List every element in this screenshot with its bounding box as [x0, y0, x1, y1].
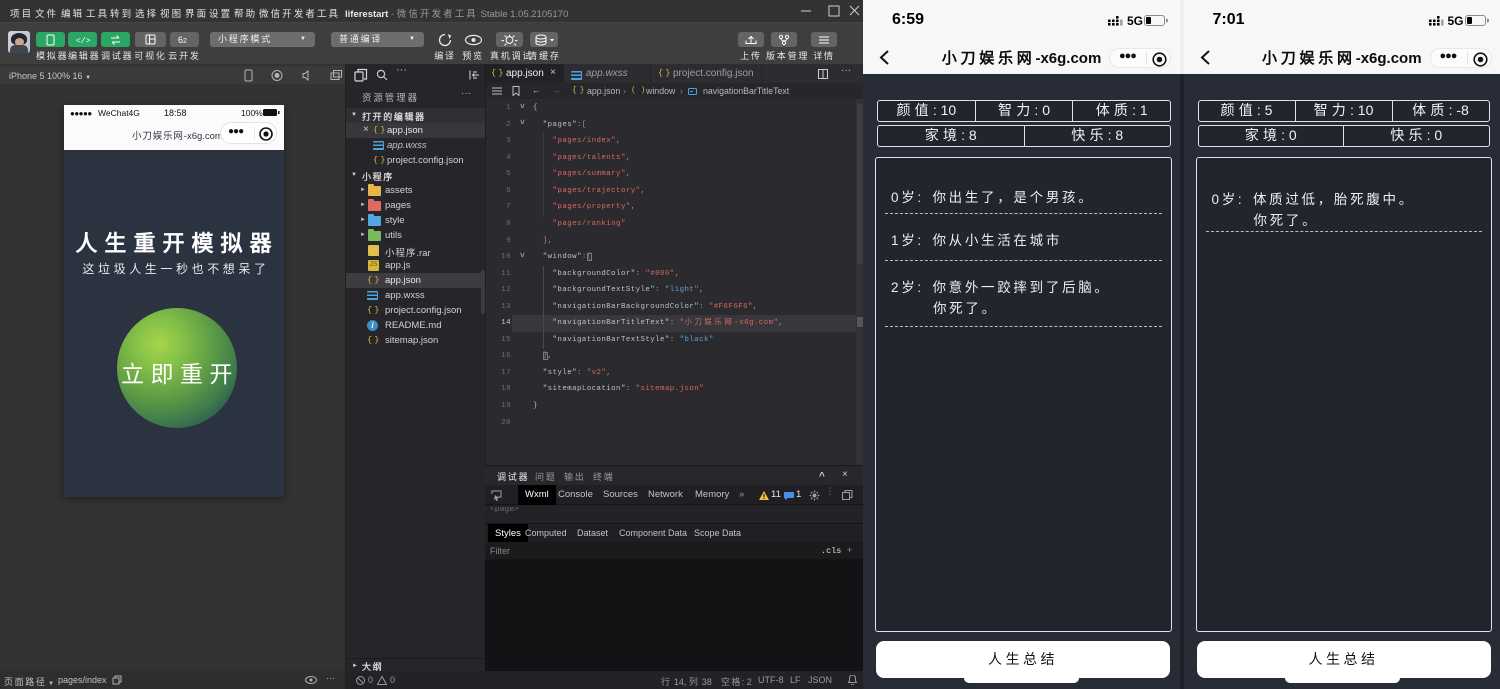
svg-text:</>: </>: [76, 37, 91, 46]
svg-text:62: 62: [178, 35, 187, 45]
